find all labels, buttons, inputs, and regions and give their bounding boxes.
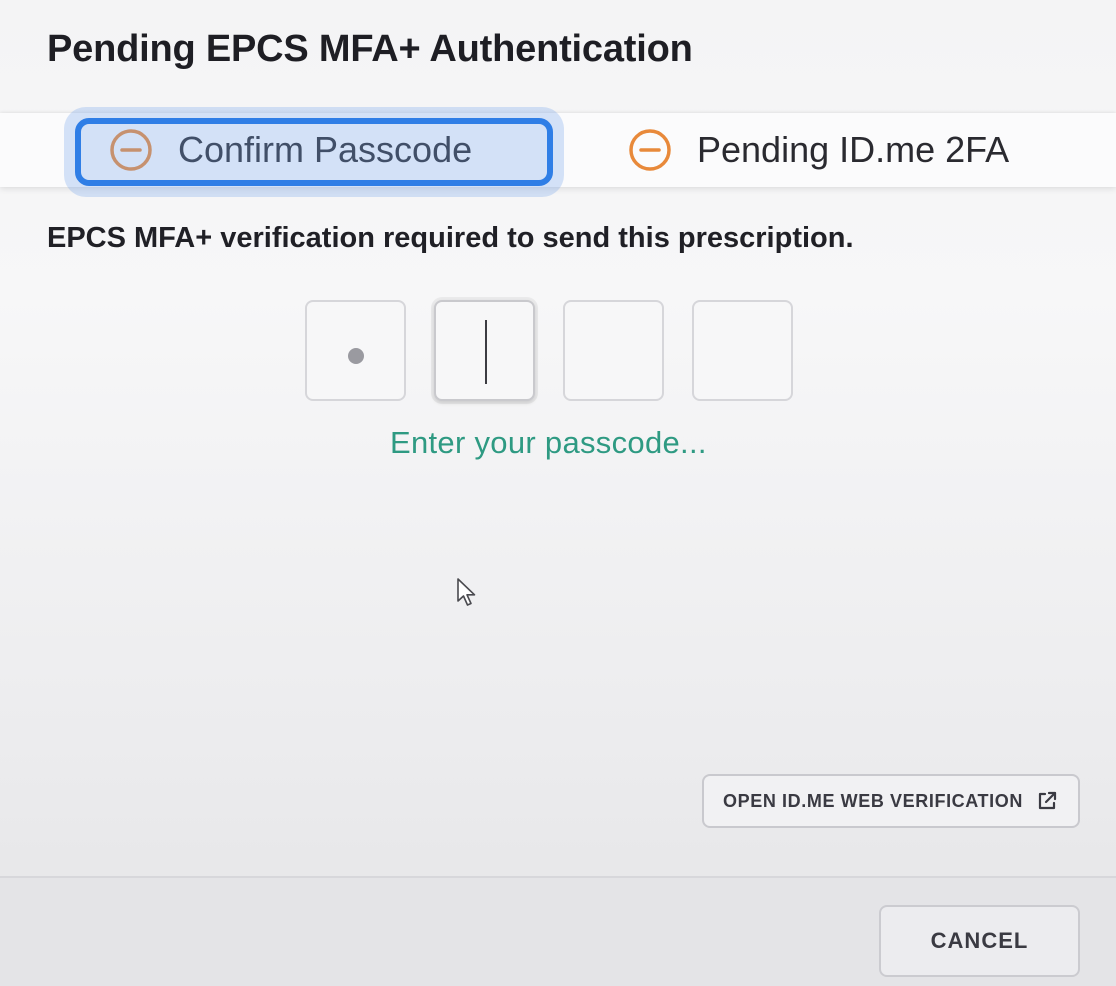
passcode-digit-2[interactable] [434,300,535,401]
masked-digit-dot [348,348,364,364]
mouse-pointer-icon [457,578,476,606]
step-label: Pending ID.me 2FA [697,129,1010,170]
passcode-digit-3[interactable] [563,300,664,401]
cancel-button[interactable]: CANCEL [879,905,1080,977]
passcode-hint: Enter your passcode... [390,425,707,460]
minus-circle-icon [629,129,671,171]
text-caret [485,320,487,384]
verification-instruction: EPCS MFA+ verification required to send … [47,222,854,254]
focus-ring [75,118,553,186]
dialog-title: Pending EPCS MFA+ Authentication [47,28,693,70]
button-label: OPEN ID.ME WEB VERIFICATION [723,790,1023,811]
open-idme-verification-button[interactable]: OPEN ID.ME WEB VERIFICATION [702,774,1080,828]
passcode-digit-4[interactable] [692,300,793,401]
external-link-icon [1038,791,1057,810]
step-pending-idme-2fa[interactable]: Pending ID.me 2FA [627,113,1009,187]
passcode-digit-1[interactable] [305,300,406,401]
button-label: CANCEL [930,928,1029,953]
